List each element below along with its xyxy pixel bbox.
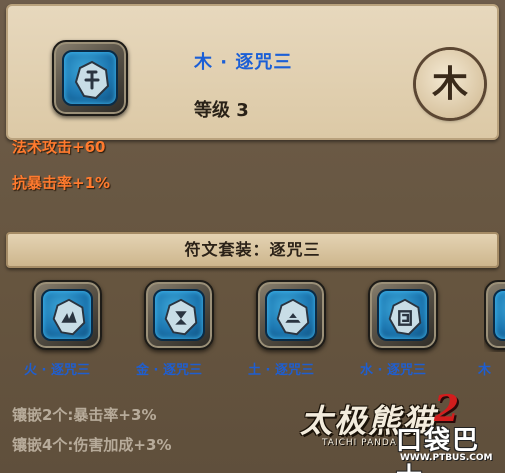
set-item-name: 水 · 逐咒三 — [360, 363, 426, 376]
rune-metal-icon — [153, 289, 205, 341]
rune-wood-icon — [493, 289, 505, 341]
stat-clip-region: 法术攻击+60 — [0, 140, 505, 162]
set-item-name: 金 · 逐咒三 — [136, 363, 202, 376]
set-item-name: 木 — [478, 363, 492, 376]
rune-icon-frame[interactable] — [52, 40, 128, 116]
rune-icon-frame — [256, 280, 326, 350]
rune-icon-frame — [144, 280, 214, 350]
set-banner-label: 符文套装：逐咒三 — [184, 240, 321, 259]
site-logo: 口袋巴士 WWW.PTBUS.COM — [396, 420, 500, 473]
element-seal-icon: 木 — [416, 50, 484, 118]
rune-fire-icon — [41, 289, 93, 341]
rune-icon-frame — [368, 280, 438, 350]
stat-magic-attack: 法术攻击+60 — [12, 140, 106, 156]
site-logo-url: WWW.PTBUS.COM — [400, 453, 493, 463]
set-item-fire[interactable] — [17, 280, 117, 350]
rune-icon-frame — [32, 280, 102, 350]
game-logo-subtitle: TAICHI PANDA — [322, 438, 397, 448]
set-item-water[interactable] — [353, 280, 453, 350]
set-item-earth[interactable] — [241, 280, 341, 350]
rune-name: 木 · 逐咒三 — [194, 52, 293, 73]
set-bonus-4: 镶嵌4个:伤害加成+3% — [12, 436, 172, 454]
set-item-wood[interactable] — [484, 280, 505, 352]
site-logo-name: 口袋巴士 — [396, 426, 481, 473]
set-item-name: 土 · 逐咒三 — [248, 363, 314, 376]
set-names-row: 火 · 逐咒三 金 · 逐咒三 土 · 逐咒三 水 · 逐咒三 木 — [0, 362, 505, 376]
rune-icon-frame — [484, 280, 505, 350]
set-item-metal[interactable] — [129, 280, 229, 350]
set-banner: 符文套装：逐咒三 — [6, 232, 499, 268]
rune-level: 等级 3 — [194, 100, 249, 121]
stat-crit-resist: 抗暴击率+1% — [12, 174, 111, 192]
rune-water-icon — [377, 289, 429, 341]
rune-earth-icon — [265, 289, 317, 341]
rune-detail-card: 木 · 逐咒三 等级 3 木 — [6, 4, 499, 140]
set-item-name: 火 · 逐咒三 — [24, 363, 90, 376]
rune-wood-icon — [62, 50, 118, 106]
set-bonus-2: 镶嵌2个:暴击率+3% — [12, 406, 157, 424]
